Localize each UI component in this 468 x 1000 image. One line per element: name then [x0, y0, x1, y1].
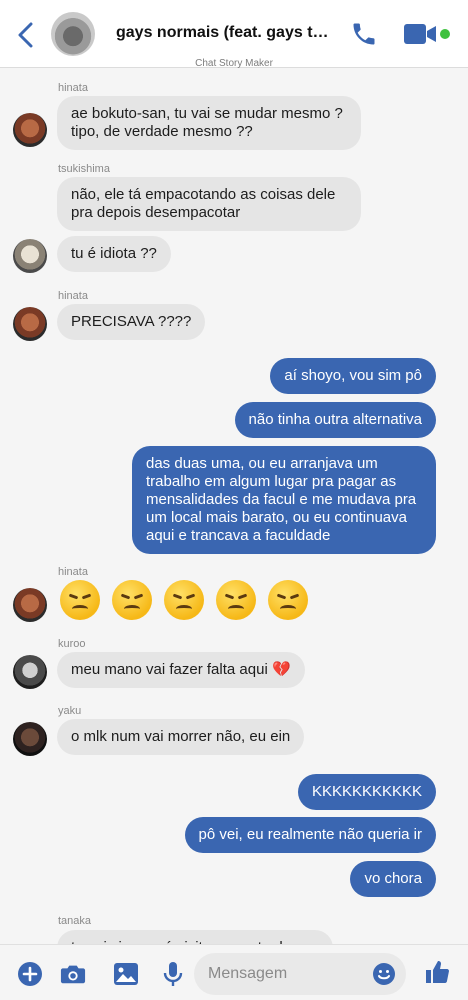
- composer-bar: [0, 944, 468, 1000]
- message-bubble-outgoing[interactable]: KKKKKKKKKKK: [297, 774, 436, 810]
- sender-name-tsukishima: tsukishima: [58, 163, 110, 175]
- avatar-hinata[interactable]: [13, 113, 47, 147]
- sender-name-kuroo: kuroo: [58, 638, 86, 650]
- avatar-kuroo[interactable]: [13, 655, 47, 689]
- avatar-yaku[interactable]: [13, 722, 47, 756]
- microphone-icon[interactable]: [160, 961, 186, 987]
- disappointed-face-icon: [216, 580, 256, 620]
- message-bubble-outgoing[interactable]: aí shoyo, vou sim pô: [270, 358, 436, 394]
- message-input[interactable]: [208, 953, 358, 995]
- video-call-icon[interactable]: [404, 23, 438, 45]
- avatar-hinata[interactable]: [13, 588, 47, 622]
- sender-name-yaku: yaku: [58, 705, 82, 717]
- disappointed-face-icon: [112, 580, 152, 620]
- chat-header: gays normais (feat. gays tóxi... Chat St…: [0, 0, 468, 69]
- message-bubble[interactable]: o mlk num vai morrer não, eu ein: [57, 719, 305, 755]
- message-composer[interactable]: [194, 953, 406, 995]
- message-bubble[interactable]: meu mano vai fazer falta aqui 💔: [57, 652, 305, 688]
- camera-icon[interactable]: [60, 961, 86, 987]
- sender-name-tanaka: tanaka: [58, 915, 92, 927]
- watermark: Chat Story Maker: [195, 58, 273, 69]
- message-bubble[interactable]: não, ele tá empacotando as coisas dele p…: [57, 177, 361, 231]
- message-bubble-outgoing[interactable]: das duas uma, ou eu arranjava um trabalh…: [132, 446, 436, 554]
- plus-icon[interactable]: [17, 961, 43, 987]
- online-status-dot: [440, 29, 450, 39]
- sender-name-hinata: hinata: [58, 566, 88, 578]
- avatar-tsukishima[interactable]: [13, 239, 47, 273]
- back-arrow-icon[interactable]: [14, 22, 38, 48]
- sender-name-hinata: hinata: [58, 82, 88, 94]
- disappointed-face-icon: [164, 580, 204, 620]
- group-avatar[interactable]: [51, 12, 95, 56]
- message-bubble-outgoing[interactable]: não tinha outra alternativa: [234, 402, 436, 438]
- message-bubble-outgoing[interactable]: vo chora: [350, 861, 436, 897]
- message-bubble[interactable]: tu é idiota ??: [57, 236, 171, 272]
- thumbs-up-icon[interactable]: [424, 959, 450, 985]
- message-bubble[interactable]: ae bokuto-san, tu vai se mudar mesmo ? t…: [57, 96, 361, 150]
- sender-name-hinata: hinata: [58, 290, 88, 302]
- phone-icon[interactable]: [350, 20, 378, 48]
- message-bubble-outgoing[interactable]: pô vei, eu realmente não queria ir: [184, 817, 436, 853]
- avatar-hinata[interactable]: [13, 307, 47, 341]
- emoji-icon[interactable]: [372, 962, 396, 986]
- disappointed-face-icon: [268, 580, 308, 620]
- message-bubble[interactable]: PRECISAVA ????: [57, 304, 206, 340]
- disappointed-face-icon: [60, 580, 100, 620]
- emoji-message[interactable]: [60, 580, 308, 620]
- chat-title[interactable]: gays normais (feat. gays tóxi...: [116, 24, 336, 42]
- gallery-icon[interactable]: [113, 961, 139, 987]
